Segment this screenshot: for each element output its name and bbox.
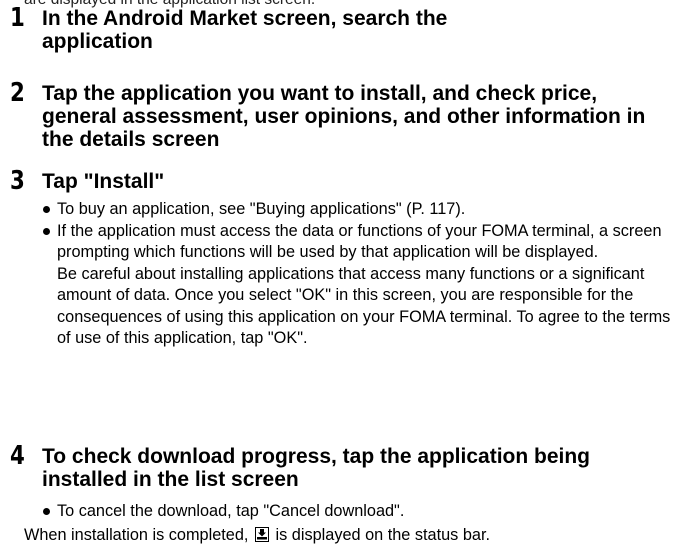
step-title: Tap "Install" — [42, 170, 165, 193]
step-title: Tap the application you want to install,… — [42, 82, 646, 151]
note-text-end: is displayed on the status bar. — [275, 526, 491, 544]
step-number: 4 — [10, 441, 25, 471]
list-item: To cancel the download, tap "Cancel down… — [42, 501, 682, 523]
note-text-start: When installation is completed, — [24, 526, 249, 544]
step-4-bullets: To cancel the download, tap "Cancel down… — [42, 501, 682, 523]
download-complete-icon — [254, 527, 269, 542]
step-number: 1 — [10, 3, 25, 33]
step-number: 3 — [10, 166, 25, 196]
step-1: 1 In the Android Market screen, search t… — [10, 3, 682, 53]
list-item: To buy an application, see "Buying appli… — [42, 199, 682, 221]
step-title: In the Android Market screen, search the… — [42, 7, 448, 53]
step-3-bullets: To buy an application, see "Buying appli… — [42, 199, 682, 350]
step-2: 2 Tap the application you want to instal… — [10, 78, 682, 151]
step-title: To check download progress, tap the appl… — [42, 445, 591, 491]
step-number: 2 — [10, 78, 25, 108]
installation-complete-note: When installation is completed, is displ… — [24, 525, 490, 546]
step-4: 4 To check download progress, tap the ap… — [10, 441, 682, 523]
caution-note: Be careful about installing applications… — [57, 264, 671, 348]
step-3: 3 Tap "Install" To buy an application, s… — [10, 166, 682, 350]
list-item: If the application must access the data … — [42, 221, 682, 264]
